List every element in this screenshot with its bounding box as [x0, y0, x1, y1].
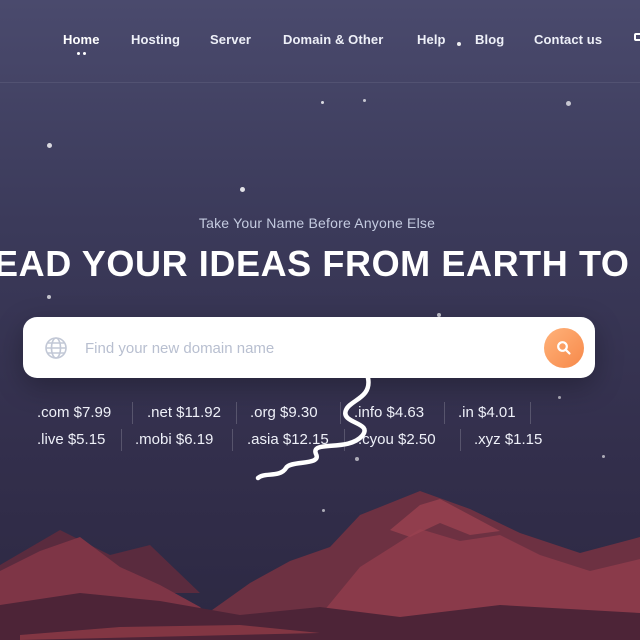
price-divider	[236, 402, 237, 424]
nav-item-home[interactable]: Home	[63, 32, 100, 47]
hero-headline: EAD YOUR IDEAS FROM EARTH TO M	[0, 243, 640, 284]
hero-tagline: Take Your Name Before Anyone Else	[198, 215, 436, 231]
nav-item-blog[interactable]: Blog	[475, 32, 504, 47]
price-item-in[interactable]: .in $4.01	[458, 404, 516, 421]
nav-item-contact-us[interactable]: Contact us	[534, 32, 602, 47]
active-indicator	[77, 52, 89, 56]
mountain-landscape	[0, 491, 640, 640]
hero-section: Home Hosting Server Domain & Other Help …	[0, 0, 640, 640]
star	[558, 396, 561, 399]
globe-icon	[44, 336, 68, 360]
price-item-mobi[interactable]: .mobi $6.19	[135, 431, 213, 448]
search-button[interactable]	[544, 328, 584, 368]
price-item-xyz[interactable]: .xyz $1.15	[474, 431, 542, 448]
nav-item-help[interactable]: Help	[417, 32, 446, 47]
nav-divider	[0, 82, 640, 83]
domain-search-input[interactable]	[83, 335, 527, 361]
nav-item-server[interactable]: Server	[210, 32, 251, 47]
star	[363, 99, 366, 102]
squiggle-decoration	[255, 375, 371, 481]
star	[602, 455, 605, 458]
star	[566, 101, 571, 106]
price-divider	[444, 402, 445, 424]
star	[321, 101, 324, 104]
price-divider	[132, 402, 133, 424]
nav-item-domain-other[interactable]: Domain & Other	[283, 32, 383, 47]
price-divider	[460, 429, 461, 451]
domain-search-box	[23, 317, 595, 378]
star	[240, 187, 245, 192]
main-nav: Home Hosting Server Domain & Other Help …	[0, 28, 640, 55]
star	[47, 295, 51, 299]
price-item-com[interactable]: .com $7.99	[37, 404, 111, 421]
price-item-net[interactable]: .net $11.92	[147, 404, 221, 421]
price-divider	[232, 429, 233, 451]
price-divider	[121, 429, 122, 451]
star	[47, 143, 52, 148]
cart-icon[interactable]	[634, 33, 640, 41]
price-item-live[interactable]: .live $5.15	[37, 431, 105, 448]
nav-item-hosting[interactable]: Hosting	[131, 32, 180, 47]
price-divider	[530, 402, 531, 424]
